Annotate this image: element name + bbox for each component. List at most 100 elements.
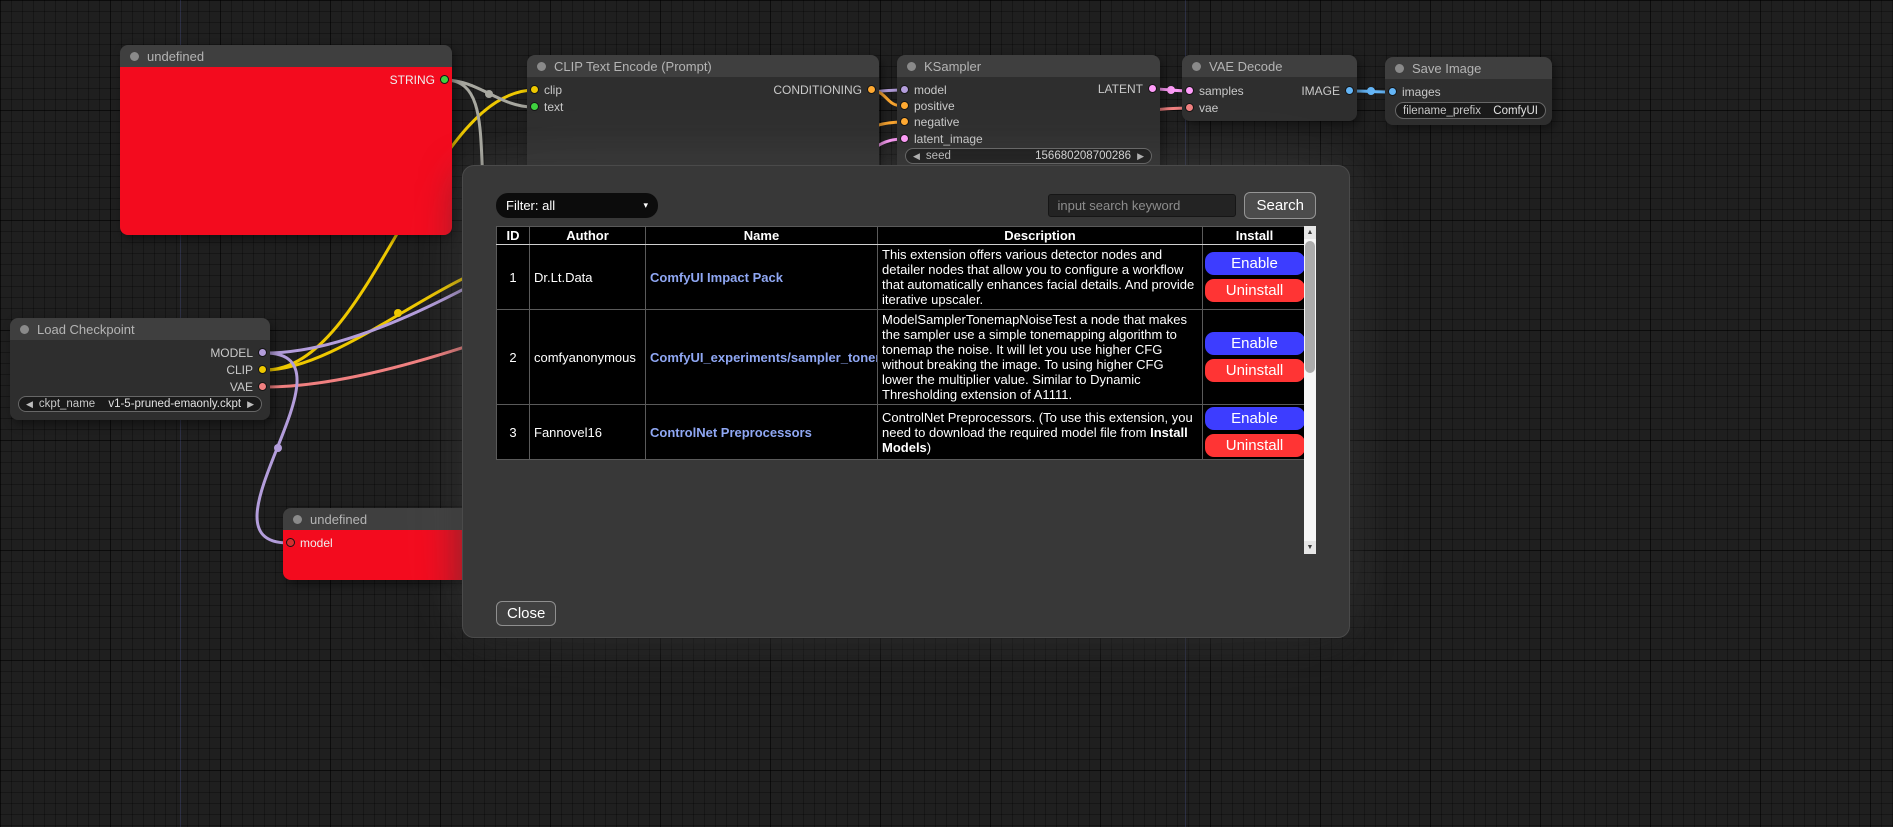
row-id: 1 <box>497 245 530 310</box>
node-title-bar[interactable]: Save Image <box>1385 57 1552 79</box>
images-input-pin[interactable] <box>1388 87 1397 96</box>
node-title-bar[interactable]: CLIP Text Encode (Prompt) <box>527 55 879 77</box>
table-row: 2 comfyanonymous ComfyUI_experiments/sam… <box>497 310 1307 405</box>
description-text: ModelSamplerTonemapNoiseTest a node that… <box>882 312 1187 402</box>
node-title: Load Checkpoint <box>37 322 135 337</box>
image-output-pin[interactable] <box>1345 86 1354 95</box>
latent-output-label: LATENT <box>1098 82 1143 96</box>
right-arrow-icon[interactable]: ▶ <box>247 399 254 410</box>
vae-input-label: vae <box>1199 101 1218 115</box>
extension-link[interactable]: ComfyUI Impact Pack <box>650 270 783 285</box>
filter-select[interactable]: Filter: all ▾ <box>496 193 658 218</box>
model-input-label: model <box>300 536 333 550</box>
node-title-bar[interactable]: Load Checkpoint <box>10 318 270 340</box>
install-actions: Enable Uninstall <box>1207 332 1302 382</box>
images-input-label: images <box>1402 85 1441 99</box>
search-input[interactable] <box>1048 194 1236 217</box>
model-output-pin[interactable] <box>258 348 267 357</box>
text-input-pin[interactable] <box>530 102 539 111</box>
description-text: This extension offers various detector n… <box>882 247 1194 307</box>
vae-input-pin[interactable] <box>1185 103 1194 112</box>
node-load-checkpoint[interactable]: Load Checkpoint MODEL CLIP VAE ◀ ckpt_na… <box>10 318 270 420</box>
node-title-bar[interactable]: VAE Decode <box>1182 55 1357 77</box>
latent-output-pin[interactable] <box>1148 84 1157 93</box>
extension-link[interactable]: ControlNet Preprocessors <box>650 425 812 440</box>
filename-prefix-widget[interactable]: filename_prefix ComfyUI <box>1395 102 1546 119</box>
node-title-bar[interactable]: undefined <box>120 45 452 67</box>
enable-button[interactable]: Enable <box>1205 407 1305 430</box>
search-button[interactable]: Search <box>1244 192 1316 219</box>
node-title: CLIP Text Encode (Prompt) <box>554 59 712 74</box>
ckpt-name-widget[interactable]: ◀ ckpt_name v1-5-pruned-emaonly.ckpt ▶ <box>18 396 262 412</box>
uninstall-button[interactable]: Uninstall <box>1205 279 1305 302</box>
vae-output-pin[interactable] <box>258 382 267 391</box>
negative-input-pin[interactable] <box>900 117 909 126</box>
node-vae-decode[interactable]: VAE Decode samples vae IMAGE <box>1182 55 1357 121</box>
close-button[interactable]: Close <box>496 601 556 626</box>
seed-widget[interactable]: ◀ seed 156680208700286 ▶ <box>905 148 1152 164</box>
node-undefined-top[interactable]: undefined STRING <box>120 45 452 235</box>
conditioning-output-label: CONDITIONING <box>773 83 862 97</box>
enable-button[interactable]: Enable <box>1205 332 1305 355</box>
row-id: 2 <box>497 310 530 405</box>
image-output-label: IMAGE <box>1301 84 1340 98</box>
row-description: ControlNet Preprocessors. (To use this e… <box>878 405 1203 460</box>
uninstall-button[interactable]: Uninstall <box>1205 434 1305 457</box>
model-input-pin[interactable] <box>900 85 909 94</box>
seed-widget-value: 156680208700286 <box>1035 150 1131 162</box>
scroll-down-icon[interactable]: ▼ <box>1304 541 1316 554</box>
clip-input-label: clip <box>544 83 562 97</box>
node-error-body <box>120 67 452 235</box>
description-text: ControlNet Preprocessors. (To use this e… <box>882 410 1193 440</box>
node-title: undefined <box>147 49 204 64</box>
samples-input-label: samples <box>1199 84 1244 98</box>
extension-table-wrap: ID Author Name Description Install 1 Dr.… <box>496 226 1316 554</box>
model-input-label: model <box>914 83 947 97</box>
graph-canvas[interactable]: undefined STRING CLIP Text Encode (Promp… <box>0 0 1893 827</box>
positive-input-pin[interactable] <box>900 101 909 110</box>
header-name: Name <box>646 227 878 245</box>
scrollbar-thumb[interactable] <box>1305 241 1315 373</box>
table-row: 1 Dr.Lt.Data ComfyUI Impact Pack This ex… <box>497 245 1307 310</box>
row-author: Fannovel16 <box>530 405 646 460</box>
node-title-bar[interactable]: KSampler <box>897 55 1160 77</box>
collapse-dot-icon[interactable] <box>537 62 546 71</box>
node-title: undefined <box>310 512 367 527</box>
right-arrow-icon[interactable]: ▶ <box>1137 151 1144 162</box>
node-save-image[interactable]: Save Image images filename_prefix ComfyU… <box>1385 57 1552 125</box>
table-header-row: ID Author Name Description Install <box>497 227 1307 245</box>
samples-input-pin[interactable] <box>1185 86 1194 95</box>
custom-nodes-dialog: Filter: all ▾ Search ID Author Name Desc… <box>462 165 1350 638</box>
conditioning-output-pin[interactable] <box>867 85 876 94</box>
collapse-dot-icon[interactable] <box>293 515 302 524</box>
model-input-pin[interactable] <box>286 538 295 547</box>
row-id: 3 <box>497 405 530 460</box>
node-title: VAE Decode <box>1209 59 1282 74</box>
scroll-up-icon[interactable]: ▲ <box>1304 226 1316 239</box>
collapse-dot-icon[interactable] <box>907 62 916 71</box>
chevron-down-icon: ▾ <box>643 200 648 211</box>
collapse-dot-icon[interactable] <box>20 325 29 334</box>
filter-select-value: Filter: all <box>506 198 555 213</box>
string-output-pin[interactable] <box>440 75 449 84</box>
table-scrollbar[interactable]: ▲ ▼ <box>1304 226 1316 554</box>
extension-link[interactable]: ComfyUI_experiments/sampler_tonemap <box>650 350 878 365</box>
header-author: Author <box>530 227 646 245</box>
enable-button[interactable]: Enable <box>1205 252 1305 275</box>
node-title: Save Image <box>1412 61 1481 76</box>
latent-image-input-pin[interactable] <box>900 134 909 143</box>
uninstall-button[interactable]: Uninstall <box>1205 359 1305 382</box>
collapse-dot-icon[interactable] <box>130 52 139 61</box>
clip-input-pin[interactable] <box>530 85 539 94</box>
collapse-dot-icon[interactable] <box>1395 64 1404 73</box>
clip-output-pin[interactable] <box>258 365 267 374</box>
filename-prefix-label: filename_prefix <box>1403 105 1481 117</box>
dialog-toolbar: Filter: all ▾ Search <box>496 192 1316 218</box>
left-arrow-icon[interactable]: ◀ <box>913 151 920 162</box>
row-author: Dr.Lt.Data <box>530 245 646 310</box>
filename-prefix-value: ComfyUI <box>1493 105 1538 117</box>
collapse-dot-icon[interactable] <box>1192 62 1201 71</box>
vae-output-label: VAE <box>230 380 253 394</box>
left-arrow-icon[interactable]: ◀ <box>26 399 33 410</box>
install-actions: Enable Uninstall <box>1207 407 1302 457</box>
